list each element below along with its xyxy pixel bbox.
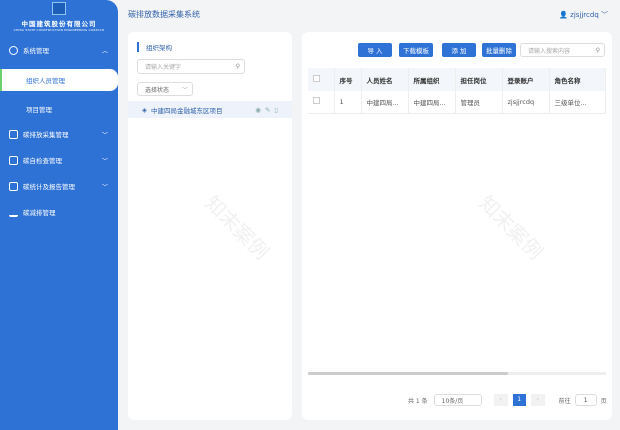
chevron-down-icon: ﹀: [601, 11, 608, 19]
chevron-up-icon: ︿: [101, 47, 108, 55]
row-checkbox[interactable]: [313, 97, 320, 105]
sidebar-item-report[interactable]: 碳统计及报告管理 ﹀: [0, 175, 118, 197]
column-header: 角色名称: [549, 68, 606, 91]
cell: 1: [334, 91, 362, 114]
sidebar-item-check[interactable]: 碳自检查管理 ﹀: [0, 149, 118, 171]
label: 碳减排管理: [23, 209, 56, 217]
scrollbar-thumb[interactable]: [308, 372, 508, 375]
org-panel: 组织架构 请输入关键字 ⚲ 选择状态 ﹀ ◈ 中建四局金融城东区项目 ◉✎▯ 知末案例: [128, 32, 292, 420]
column-header: 所属组织: [408, 68, 456, 91]
personnel-table: 序号 人员姓名 所属组织 担任岗位 登录账户 角色名称 1 中建四局... 中建…: [308, 68, 606, 114]
label: 组织人员管理: [26, 77, 65, 85]
watermark: 知末案例: [200, 190, 274, 265]
page-unit: 页: [600, 397, 607, 405]
brand-name: 中国建筑股份有限公司: [21, 20, 97, 28]
keyword-search-input[interactable]: 请输入关键字 ⚲: [137, 59, 245, 74]
cell: 中建四局...: [408, 91, 456, 114]
download-template-button[interactable]: 下载模板: [399, 43, 433, 57]
select-all-checkbox[interactable]: [313, 75, 320, 82]
import-button[interactable]: 导 入: [358, 43, 392, 57]
watermark: 知末案例: [474, 190, 548, 265]
placeholder: 请输入搜索内容: [528, 47, 571, 55]
next-page-button[interactable]: ›: [530, 394, 545, 406]
column-header: 担任岗位: [455, 68, 503, 91]
add-button[interactable]: 添 加: [442, 43, 476, 57]
horizontal-scrollbar[interactable]: [308, 372, 606, 375]
table-row[interactable]: 1 中建四局... 中建四局... 管理员 zjsjjrcdq 三级单位...: [308, 91, 606, 114]
total-count: 共 1 条: [408, 397, 428, 405]
column-header: 序号: [334, 68, 362, 91]
page-1-button[interactable]: 1: [512, 394, 526, 406]
cell: 中建四局...: [361, 91, 409, 114]
report-icon: [9, 181, 18, 191]
brand-name-en: CHINA STATE CONSTRUCTION ENGINEERING COR…: [13, 28, 105, 32]
tree-item-label: 中建四局金融城东区项目: [151, 106, 223, 115]
bar-chart-icon: [9, 208, 18, 217]
logo: 中国建筑股份有限公司 CHINA STATE CONSTRUCTION ENGI…: [0, 0, 118, 36]
chevron-down-icon: ﹀: [101, 131, 108, 139]
status-select[interactable]: 选择状态 ﹀: [137, 82, 193, 96]
chevron-down-icon: ﹀: [101, 183, 108, 191]
eye-icon[interactable]: ◉: [255, 106, 265, 114]
batch-delete-button[interactable]: 批量删除: [482, 43, 516, 57]
sidebar-item-system[interactable]: 系统管理 ︿: [0, 39, 118, 61]
label: 碳自检查管理: [23, 157, 62, 165]
search-input[interactable]: 请输入搜索内容 ⚲: [520, 43, 605, 57]
search-icon: ⚲: [235, 63, 240, 70]
logo-mark: [52, 2, 66, 15]
pagination: 共 1 条 10条/页 ‹ 1 › 前往 1 页: [408, 394, 607, 406]
layers-icon: ◈: [142, 105, 147, 114]
panel-title: 组织架构: [137, 42, 172, 52]
cell: 三级单位...: [549, 91, 606, 114]
placeholder: 请输入关键字: [145, 64, 182, 71]
label: 碳排放采集管理: [23, 131, 69, 139]
page-title: 碳排放数据采集系统: [128, 10, 200, 19]
sidebar-item-org-personnel[interactable]: 组织人员管理: [0, 69, 118, 91]
sidebar-item-collect[interactable]: 碳排放采集管理 ﹀: [0, 123, 118, 145]
value: 10条/页: [441, 397, 464, 405]
search-icon: ⚲: [595, 46, 600, 54]
label: 碳统计及报告管理: [23, 183, 75, 191]
cell: zjsjjrcdq: [502, 91, 550, 114]
user-icon: 👤: [559, 11, 568, 19]
column-header: 人员姓名: [361, 68, 409, 91]
check-icon: [9, 155, 18, 165]
edit-icon[interactable]: ✎: [265, 106, 274, 114]
collect-icon: [9, 129, 18, 139]
placeholder: 选择状态: [145, 86, 170, 94]
page-size-select[interactable]: 10条/页: [433, 394, 482, 406]
personnel-panel: 导 入 下载模板 添 加 批量删除 请输入搜索内容 ⚲ 序号 人员姓名 所属组织 …: [302, 32, 612, 420]
goto-page-input[interactable]: 1: [574, 394, 597, 406]
gear-icon: [9, 45, 18, 55]
username: zjsjjrcdq: [570, 11, 599, 19]
goto-label: 前往: [558, 397, 571, 405]
sidebar-item-projects[interactable]: 项目管理: [0, 98, 118, 120]
chevron-down-icon: ﹀: [101, 157, 108, 165]
label: 项目管理: [26, 106, 52, 114]
trash-icon[interactable]: ▯: [274, 106, 282, 114]
sidebar: 中国建筑股份有限公司 CHINA STATE CONSTRUCTION ENGI…: [0, 0, 118, 430]
sidebar-item-reduction[interactable]: 碳减排管理: [0, 201, 118, 223]
prev-page-button[interactable]: ‹: [493, 394, 508, 406]
label: 系统管理: [23, 47, 49, 55]
tree-item[interactable]: ◈ 中建四局金融城东区项目 ◉✎▯: [128, 101, 292, 118]
cell: 管理员: [455, 91, 503, 114]
column-header: 登录账户: [502, 68, 550, 91]
chevron-down-icon: ﹀: [181, 86, 188, 94]
user-menu[interactable]: 👤 zjsjjrcdq ﹀: [559, 10, 608, 20]
